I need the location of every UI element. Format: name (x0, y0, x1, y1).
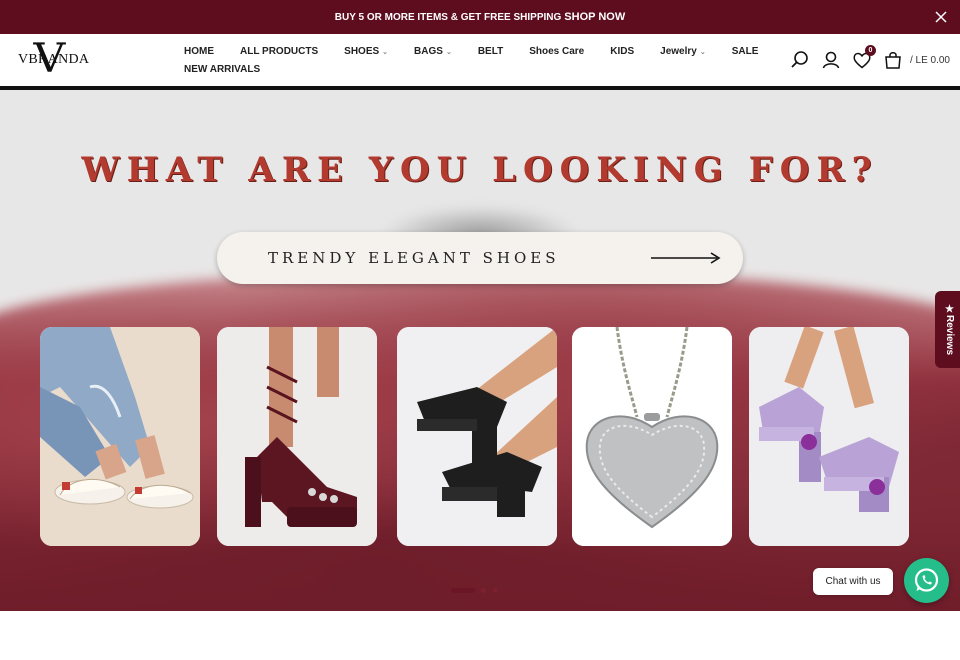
hero-search-pill[interactable]: TRENDY ELEGANT SHOES (217, 232, 743, 284)
announcement-bar: BUY 5 OR MORE ITEMS & GET FREE SHIPPING … (0, 0, 960, 34)
logo-text: VBRANDA (18, 52, 90, 67)
site-header: V VBRANDA HOME ALL PRODUCTS SHOES ⌄ BAGS ⌄… (0, 34, 960, 86)
reviews-tab[interactable]: ★Reviews (935, 291, 960, 368)
user-icon[interactable] (820, 49, 842, 71)
black-heels-image (397, 327, 557, 546)
arrow-right-icon (651, 252, 721, 264)
heart-clutch-image (572, 327, 732, 546)
nav-item-sale[interactable]: SALE (732, 46, 759, 57)
nav-item-new-arrivals[interactable]: NEW ARRIVALS (184, 64, 260, 75)
chat-label[interactable]: Chat with us (813, 568, 893, 595)
bag-icon[interactable] (882, 49, 904, 71)
main-nav: HOME ALL PRODUCTS SHOES ⌄ BAGS ⌄ BELT Shoe… (184, 43, 758, 77)
nav-item-jewelry[interactable]: Jewelry ⌄ (660, 46, 706, 57)
nav-item-bags[interactable]: BAGS ⌄ (414, 46, 452, 57)
burgundy-heels-image (217, 327, 377, 546)
product-card-sneakers[interactable] (40, 327, 200, 546)
chat-button[interactable] (904, 558, 949, 603)
chevron-down-icon: ⌄ (445, 49, 452, 56)
product-card-black-heels[interactable] (397, 327, 557, 546)
header-actions: 0 / LE 0.00 (780, 45, 950, 72)
slider-dots (451, 588, 505, 593)
chevron-down-icon: ⌄ (699, 49, 706, 56)
nav-item-home[interactable]: HOME (184, 46, 214, 57)
whatsapp-icon (914, 568, 939, 592)
slider-dot-active[interactable] (451, 588, 475, 593)
chevron-down-icon: ⌄ (382, 49, 389, 56)
nav-item-kids[interactable]: KIDS (610, 46, 634, 57)
nav-item-shoes[interactable]: SHOES ⌄ (344, 46, 388, 57)
product-card-heart-clutch[interactable] (572, 327, 732, 546)
reviews-tab-label: ★Reviews (944, 304, 955, 356)
product-card-burgundy-heels[interactable] (217, 327, 377, 546)
cart-total[interactable]: / LE 0.00 (910, 55, 950, 66)
lilac-heels-image (749, 327, 909, 546)
hero-title: WHAT ARE YOU LOOKING FOR? (81, 150, 879, 190)
product-card-lilac-heels[interactable] (749, 327, 909, 546)
wishlist-button[interactable]: 0 (851, 45, 876, 71)
announcement-text: BUY 5 OR MORE ITEMS & GET FREE SHIPPING (334, 11, 562, 23)
hero-search-text: TRENDY ELEGANT SHOES (268, 249, 560, 267)
search-icon[interactable] (789, 49, 811, 71)
slider-dot[interactable] (481, 588, 486, 593)
slider-dot[interactable] (493, 588, 498, 593)
brand-logo[interactable]: V VBRANDA (18, 39, 92, 79)
nav-item-belt[interactable]: BELT (478, 46, 503, 57)
nav-item-all-products[interactable]: ALL PRODUCTS (240, 46, 318, 57)
wishlist-count-badge: 0 (864, 45, 876, 56)
close-icon[interactable] (932, 8, 950, 26)
nav-item-shoes-care[interactable]: Shoes Care (529, 46, 584, 57)
sneakers-image (40, 327, 200, 546)
shop-now-link[interactable]: SHOP NOW (564, 11, 625, 23)
hero-banner: WHAT ARE YOU LOOKING FOR? TRENDY ELEGANT… (0, 90, 960, 611)
